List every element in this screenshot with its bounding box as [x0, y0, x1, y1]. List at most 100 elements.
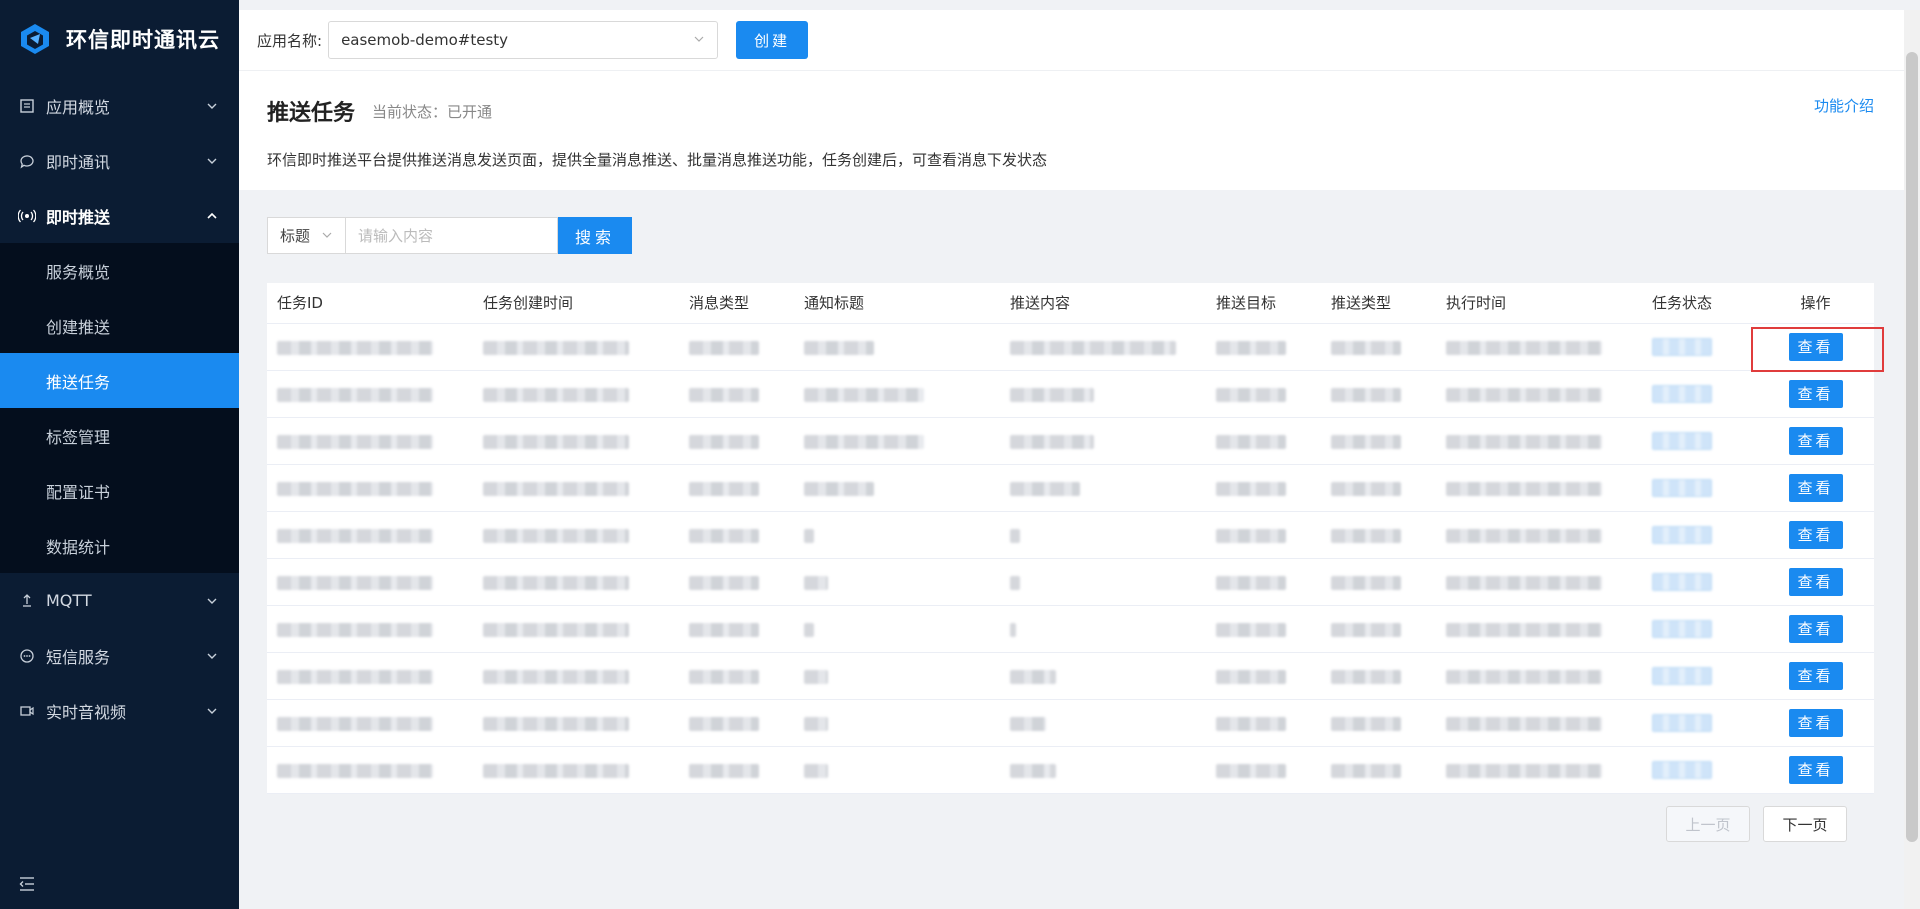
- redacted-cell: [1331, 716, 1401, 731]
- sidebar-item-app-overview[interactable]: 应用概览: [0, 78, 239, 133]
- redacted-cell: [1010, 481, 1080, 496]
- redacted-cell: [1446, 669, 1602, 684]
- search-field-select[interactable]: 标题: [267, 217, 346, 254]
- task-status-badge: [1652, 620, 1712, 639]
- app-overview-icon: [18, 97, 36, 115]
- sidebar-item-label: 实时音视频: [46, 702, 127, 722]
- sidebar-item-label: 短信服务: [46, 647, 111, 667]
- task-status-badge: [1652, 338, 1712, 357]
- app-toolbar: 应用名称: easemob-demo#testy 创建: [239, 10, 1904, 70]
- redacted-cell: [277, 575, 433, 590]
- column-header-task-status: 任务状态: [1642, 283, 1757, 324]
- redacted-cell: [1446, 340, 1602, 355]
- push-icon: [18, 207, 36, 225]
- collapse-menu-icon[interactable]: [18, 875, 38, 895]
- sidebar-subitem-push-tasks[interactable]: 推送任务: [0, 353, 239, 408]
- sidebar-subitem-service-overview[interactable]: 服务概览: [0, 243, 239, 298]
- redacted-cell: [689, 763, 759, 778]
- redacted-cell: [1331, 387, 1401, 402]
- redacted-cell: [277, 622, 433, 637]
- redacted-cell: [689, 716, 759, 731]
- redacted-cell: [804, 763, 828, 778]
- redacted-cell: [1216, 716, 1286, 731]
- sidebar-subitem-statistics[interactable]: 数据统计: [0, 518, 239, 573]
- view-task-button[interactable]: 查看: [1788, 520, 1843, 549]
- redacted-cell: [277, 528, 433, 543]
- prev-page-button[interactable]: 上一页: [1666, 806, 1750, 842]
- column-header-created-time: 任务创建时间: [473, 283, 679, 324]
- sidebar-item-sms[interactable]: 短信服务: [0, 628, 239, 683]
- redacted-cell: [1446, 716, 1602, 731]
- redacted-cell: [1010, 387, 1094, 402]
- table-row: 查看: [267, 323, 1874, 371]
- sidebar-item-rtc[interactable]: 实时音视频: [0, 683, 239, 738]
- sidebar-subitem-tag-management[interactable]: 标签管理: [0, 408, 239, 463]
- sidebar-item-push[interactable]: 即时推送: [0, 188, 239, 243]
- search-button[interactable]: 搜索: [558, 217, 632, 254]
- redacted-cell: [689, 434, 759, 449]
- redacted-cell: [483, 528, 629, 543]
- redacted-cell: [1216, 528, 1286, 543]
- page-scrollbar-thumb[interactable]: [1906, 52, 1918, 842]
- feature-intro-link[interactable]: 功能介绍: [1814, 95, 1874, 116]
- chevron-down-icon: [321, 227, 333, 245]
- redacted-cell: [1010, 575, 1020, 590]
- chevron-up-icon: [205, 209, 219, 223]
- table-row: 查看: [267, 464, 1874, 512]
- sidebar-subitem-certificates[interactable]: 配置证书: [0, 463, 239, 518]
- chevron-down-icon: [693, 31, 705, 49]
- redacted-cell: [689, 481, 759, 496]
- redacted-cell: [804, 434, 924, 449]
- view-task-button[interactable]: 查看: [1788, 473, 1843, 502]
- redacted-cell: [277, 387, 433, 402]
- redacted-cell: [804, 387, 924, 402]
- create-app-button[interactable]: 创建: [736, 21, 809, 59]
- redacted-cell: [1446, 763, 1602, 778]
- redacted-cell: [1216, 340, 1286, 355]
- column-header-message-type: 消息类型: [679, 283, 794, 324]
- brand-logo[interactable]: 环信即时通讯云: [0, 0, 239, 78]
- view-task-button[interactable]: 查看: [1788, 379, 1843, 408]
- task-status-badge: [1652, 479, 1712, 498]
- redacted-cell: [804, 481, 874, 496]
- redacted-cell: [1331, 528, 1401, 543]
- redacted-cell: [1216, 481, 1286, 496]
- view-task-button[interactable]: 查看: [1788, 567, 1843, 596]
- redacted-cell: [1331, 763, 1401, 778]
- chevron-down-icon: [205, 704, 219, 718]
- column-header-push-type: 推送类型: [1321, 283, 1436, 324]
- chevron-down-icon: [205, 594, 219, 608]
- sms-icon: [18, 647, 36, 665]
- sidebar-subitem-create-push[interactable]: 创建推送: [0, 298, 239, 353]
- view-task-button[interactable]: 查看: [1788, 614, 1843, 643]
- sidebar-item-im[interactable]: 即时通讯: [0, 133, 239, 188]
- push-task-table: 任务ID 任务创建时间 消息类型 通知标题 推送内容 推送目标 推送类型 执行时…: [267, 283, 1874, 794]
- redacted-cell: [483, 575, 629, 590]
- redacted-cell: [689, 387, 759, 402]
- redacted-cell: [1446, 387, 1602, 402]
- column-header-task-id: 任务ID: [267, 283, 473, 324]
- table-row: 查看: [267, 746, 1874, 794]
- view-task-button[interactable]: 查看: [1788, 332, 1843, 361]
- task-status-badge: [1652, 526, 1712, 545]
- redacted-cell: [1216, 575, 1286, 590]
- table-row: 查看: [267, 370, 1874, 418]
- page-description: 环信即时推送平台提供推送消息发送页面，提供全量消息推送、批量消息推送功能，任务创…: [267, 151, 1048, 169]
- redacted-cell: [483, 763, 629, 778]
- view-task-button[interactable]: 查看: [1788, 708, 1843, 737]
- sidebar-item-label: MQTT: [46, 591, 92, 610]
- view-task-button[interactable]: 查看: [1788, 661, 1843, 690]
- app-name-label: 应用名称:: [257, 31, 323, 50]
- search-input[interactable]: [346, 217, 558, 254]
- redacted-cell: [1331, 575, 1401, 590]
- sidebar-item-mqtt[interactable]: MQTT: [0, 573, 239, 628]
- table-body: 查看 查看 查看 查看 查看 查看 查看 查看 查看 查看: [267, 323, 1874, 794]
- redacted-cell: [1216, 622, 1286, 637]
- chat-icon: [18, 152, 36, 170]
- task-status-badge: [1652, 761, 1712, 780]
- next-page-button[interactable]: 下一页: [1763, 806, 1847, 842]
- redacted-cell: [1010, 528, 1020, 543]
- app-select[interactable]: easemob-demo#testy: [328, 21, 719, 59]
- view-task-button[interactable]: 查看: [1788, 755, 1843, 784]
- view-task-button[interactable]: 查看: [1788, 426, 1843, 455]
